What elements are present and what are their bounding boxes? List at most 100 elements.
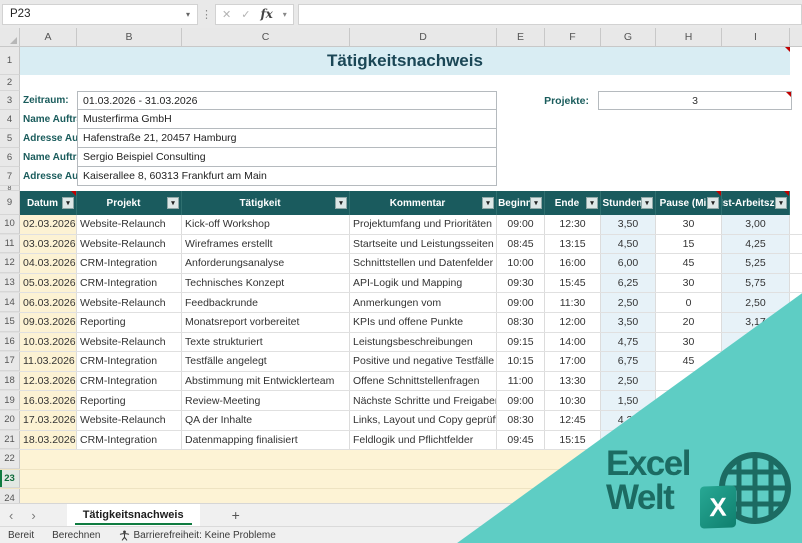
cell-pause[interactable]: 0 xyxy=(656,371,722,391)
cell-datum[interactable]: 11.03.2026 xyxy=(20,352,77,371)
cell-taetigkeit[interactable]: Kick-off Workshop xyxy=(182,215,350,234)
cell-ist[interactable]: 4,25 xyxy=(722,332,790,352)
cell-ist[interactable]: 5,75 xyxy=(722,273,790,293)
cell-datum[interactable]: 03.03.2026 xyxy=(20,234,77,254)
cell-projekt[interactable]: CRM-Integration xyxy=(77,352,182,371)
cell-ist[interactable] xyxy=(722,430,790,450)
cell-stunden[interactable]: 2,50 xyxy=(601,293,656,312)
cell-projekt[interactable]: Website-Relaunch xyxy=(77,215,182,234)
cell-datum[interactable]: 10.03.2026 xyxy=(20,332,77,352)
table-header-pause[interactable]: Pause (Mi ▾ xyxy=(656,191,722,215)
cell-stunden[interactable]: 4,75 xyxy=(601,332,656,352)
table-header-datum[interactable]: Datum ▾ xyxy=(20,191,77,215)
cell-kommentar[interactable]: Projektumfang und Prioritäten xyxy=(350,215,497,234)
field-value-adresse-auftraggeber[interactable]: Hafenstraße 21, 20457 Hamburg xyxy=(77,129,497,148)
cell-pause[interactable]: 15 xyxy=(656,234,722,254)
field-value-name-auftragnehmer[interactable]: Sergio Beispiel Consulting xyxy=(77,148,497,167)
cell-taetigkeit[interactable]: Wireframes erstellt xyxy=(182,234,350,254)
cell-taetigkeit[interactable]: QA der Inhalte xyxy=(182,410,350,430)
cell-pause[interactable]: 45 xyxy=(656,352,722,371)
cell-taetigkeit[interactable]: Monatsreport vorbereitet xyxy=(182,312,350,332)
chevron-down-icon[interactable]: ▾ xyxy=(186,10,190,19)
filter-dropdown-icon[interactable]: ▾ xyxy=(62,197,74,209)
column-header-d[interactable]: D xyxy=(350,28,497,46)
cell-taetigkeit[interactable]: Feedbackrunde xyxy=(182,293,350,312)
row-header-6[interactable]: 6 xyxy=(0,148,20,167)
filter-dropdown-icon[interactable]: ▾ xyxy=(641,197,653,209)
add-sheet-icon[interactable]: + xyxy=(232,507,240,523)
filter-dropdown-icon[interactable]: ▾ xyxy=(775,197,787,209)
cell-beginn[interactable]: 11:00 xyxy=(497,371,545,391)
table-header-taetigkeit[interactable]: Tätigkeit ▾ xyxy=(182,191,350,215)
cell-beginn[interactable]: 08:30 xyxy=(497,312,545,332)
cell-pause[interactable]: 0 xyxy=(656,391,722,410)
cell-stunden[interactable]: 1,50 xyxy=(601,391,656,410)
empty-cell[interactable] xyxy=(20,75,790,91)
column-header-a[interactable]: A xyxy=(20,28,77,46)
cell-kommentar[interactable]: Feldlogik und Pflichtfelder xyxy=(350,430,497,450)
select-all-corner[interactable] xyxy=(0,28,20,46)
cell-kommentar[interactable]: API-Logik und Mapping xyxy=(350,273,497,293)
cancel-icon[interactable]: ✕ xyxy=(222,8,231,21)
cell-ende[interactable]: 14:00 xyxy=(545,332,601,352)
cell-ist[interactable]: 4,25 xyxy=(722,234,790,254)
cell-kommentar[interactable]: Nächste Schritte und Freigaben xyxy=(350,391,497,410)
fx-icon[interactable]: fx xyxy=(260,7,272,21)
cell-datum[interactable]: 04.03.2026 xyxy=(20,254,77,273)
cell-datum[interactable]: 16.03.2026 xyxy=(20,391,77,410)
column-header-f[interactable]: F xyxy=(545,28,601,46)
table-header-ende[interactable]: Ende ▾ xyxy=(545,191,601,215)
cell-ist[interactable]: 2,50 xyxy=(722,293,790,312)
row-header-1[interactable]: 1 xyxy=(0,47,20,75)
row-header-7[interactable]: 7 xyxy=(0,167,20,186)
table-header-kommentar[interactable]: Kommentar ▾ xyxy=(350,191,497,215)
row-header-23-selected[interactable]: 23 xyxy=(0,469,20,489)
table-header-beginn[interactable]: Beginn ▾ xyxy=(497,191,545,215)
cell-pause[interactable]: 30 xyxy=(656,332,722,352)
cell-ende[interactable]: 13:30 xyxy=(545,371,601,391)
cell-ende[interactable]: 12:30 xyxy=(545,215,601,234)
status-calculate[interactable]: Berechnen xyxy=(52,530,100,541)
cell-kommentar[interactable]: Positive und negative Testfälle xyxy=(350,352,497,371)
cell-ende[interactable]: 16:00 xyxy=(545,254,601,273)
cell-datum[interactable]: 12.03.2026 xyxy=(20,371,77,391)
filter-dropdown-icon[interactable]: ▾ xyxy=(335,197,347,209)
cell-beginn[interactable]: 10:00 xyxy=(497,254,545,273)
cell-pause[interactable]: 0 xyxy=(656,293,722,312)
cell-pause[interactable]: 20 xyxy=(656,312,722,332)
cell-taetigkeit[interactable]: Technisches Konzept xyxy=(182,273,350,293)
row-header-17[interactable]: 17 xyxy=(0,352,20,371)
cell-ist[interactable]: 3,17 xyxy=(722,312,790,332)
next-sheet-arrow-icon[interactable]: › xyxy=(22,509,44,522)
cell-beginn[interactable]: 09:00 xyxy=(497,293,545,312)
cell-ende[interactable]: 11:30 xyxy=(545,293,601,312)
cell-pause[interactable] xyxy=(656,410,722,430)
cell-stunden[interactable]: 2,50 xyxy=(601,371,656,391)
empty-cell[interactable] xyxy=(20,469,790,489)
row-header-18[interactable]: 18 xyxy=(0,371,20,391)
cell-taetigkeit[interactable]: Testfälle angelegt xyxy=(182,352,350,371)
filter-dropdown-icon[interactable]: ▾ xyxy=(586,197,598,209)
cell-kommentar[interactable]: Anmerkungen vom xyxy=(350,293,497,312)
cell-datum[interactable]: 06.03.2026 xyxy=(20,293,77,312)
filter-dropdown-icon[interactable]: ▾ xyxy=(482,197,494,209)
cell-projekt[interactable]: Website-Relaunch xyxy=(77,234,182,254)
row-header-22[interactable]: 22 xyxy=(0,450,20,469)
column-header-i[interactable]: I xyxy=(722,28,790,46)
status-accessibility[interactable]: Barrierefreiheit: Keine Probleme xyxy=(119,530,276,541)
field-value-adresse-auftragnehmer[interactable]: Kaiserallee 8, 60313 Frankfurt am Main xyxy=(77,167,497,186)
row-header-2[interactable]: 2 xyxy=(0,75,20,91)
cell-kommentar[interactable]: Leistungsbeschreibungen xyxy=(350,332,497,352)
table-header-ist-arbeitszeit[interactable]: Ist-Arbeitsze ▾ xyxy=(722,191,790,215)
prev-sheet-arrow-icon[interactable]: ‹ xyxy=(0,509,22,522)
cell-taetigkeit[interactable]: Texte strukturiert xyxy=(182,332,350,352)
row-header-9[interactable]: 9 xyxy=(0,191,20,215)
cell-projekt[interactable]: CRM-Integration xyxy=(77,430,182,450)
cell-pause[interactable] xyxy=(656,430,722,450)
cell-beginn[interactable]: 09:00 xyxy=(497,215,545,234)
cell-ende[interactable]: 13:15 xyxy=(545,234,601,254)
row-header-21[interactable]: 21 xyxy=(0,430,20,450)
empty-cell[interactable] xyxy=(20,489,790,503)
column-header-h[interactable]: H xyxy=(656,28,722,46)
filter-dropdown-icon[interactable]: ▾ xyxy=(167,197,179,209)
